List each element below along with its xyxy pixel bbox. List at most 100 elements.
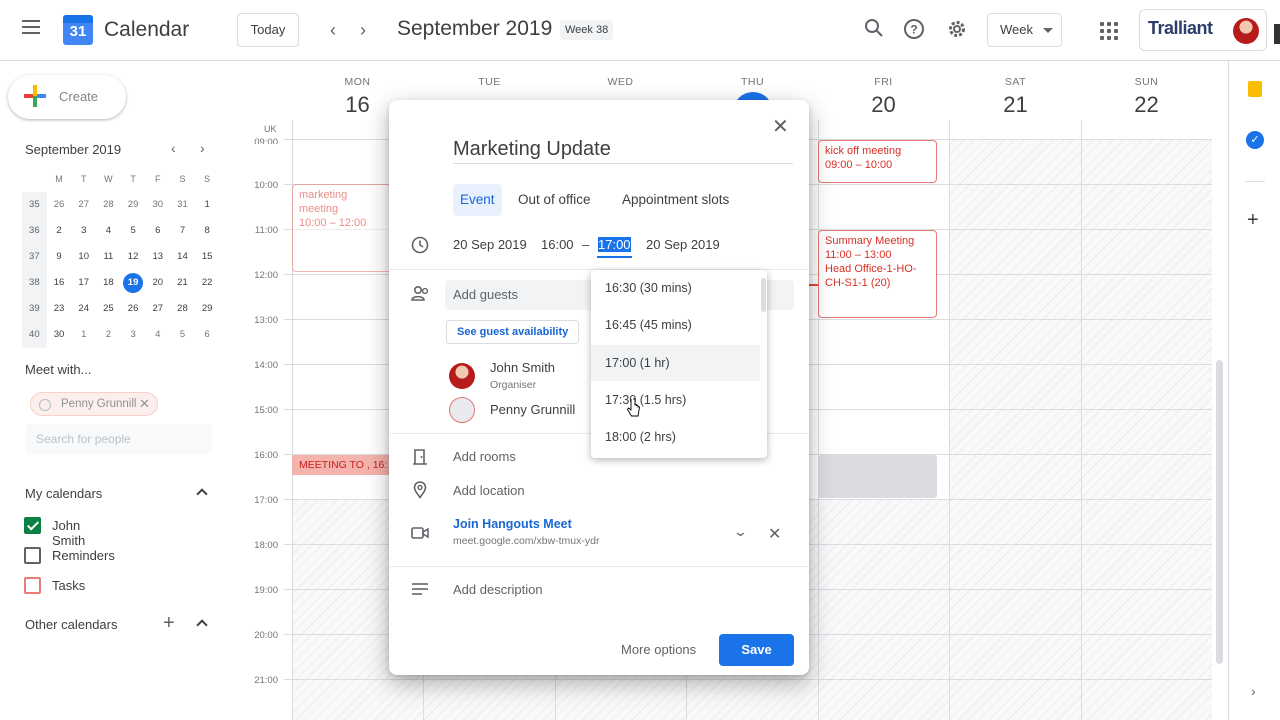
time-option[interactable]: 16:30 (30 mins) [591, 270, 760, 306]
apps-grid-icon[interactable] [1100, 22, 1118, 40]
mini-calendar-day[interactable]: 21 [170, 270, 195, 296]
end-date[interactable]: 20 Sep 2019 [646, 237, 720, 252]
help-icon[interactable]: ? [902, 18, 926, 42]
mini-calendar-day[interactable]: 6 [145, 218, 170, 244]
join-hangouts-meet-link[interactable]: Join Hangouts Meet [453, 517, 572, 531]
mini-calendar-day[interactable]: 14 [170, 244, 195, 270]
settings-gear-icon[interactable] [945, 18, 969, 42]
main-menu-icon[interactable] [22, 20, 42, 40]
close-icon[interactable]: ✕ [772, 114, 789, 139]
mini-calendar-day[interactable]: 20 [145, 270, 170, 296]
tasks-check-icon[interactable]: ✓ [1246, 131, 1264, 149]
add-calendar-plus-icon[interactable]: + [163, 612, 175, 635]
new-event-placeholder[interactable] [818, 455, 937, 498]
start-date[interactable]: 20 Sep 2019 [453, 237, 527, 252]
day-header[interactable]: WED [555, 76, 686, 92]
mini-calendar-day[interactable]: 7 [170, 218, 195, 244]
mini-calendar-day[interactable]: 28 [96, 192, 121, 218]
event-kick-off-meeting[interactable]: kick off meeting 09:00 – 10:00 [818, 140, 937, 183]
day-number[interactable]: 22 [1081, 92, 1212, 118]
calendar-checkbox[interactable] [24, 547, 41, 564]
tab-event[interactable]: Event [453, 184, 502, 216]
mini-calendar-day[interactable]: 5 [170, 322, 195, 348]
time-option[interactable]: 18:00 (2 hrs) [591, 419, 760, 455]
mini-calendar-day[interactable]: 30 [145, 192, 170, 218]
today-button[interactable]: Today [237, 13, 299, 47]
mini-calendar-day[interactable]: 26 [47, 192, 72, 218]
dropdown-scrollbar[interactable] [761, 278, 766, 312]
more-options-button[interactable]: More options [621, 642, 696, 657]
mini-calendar-day[interactable]: 19 [121, 270, 146, 296]
mini-calendar-day[interactable]: 9 [47, 244, 72, 270]
mini-calendar-day[interactable]: 26 [121, 296, 146, 322]
mini-week-number[interactable]: 39 [22, 296, 47, 322]
add-addon-plus-icon[interactable]: + [1247, 209, 1259, 232]
mini-week-number[interactable]: 36 [22, 218, 47, 244]
day-number[interactable]: 21 [950, 92, 1081, 118]
mini-calendar-day[interactable]: 29 [121, 192, 146, 218]
add-description-field[interactable]: Add description [453, 582, 543, 597]
mini-calendar-day[interactable]: 27 [71, 192, 96, 218]
mini-week-number[interactable]: 40 [22, 322, 47, 348]
add-location-field[interactable]: Add location [453, 483, 525, 498]
time-option[interactable]: 17:30 (1.5 hrs) [591, 382, 760, 418]
mini-calendar-day[interactable]: 12 [121, 244, 146, 270]
mini-calendar-day[interactable]: 11 [96, 244, 121, 270]
mini-calendar-day[interactable]: 23 [47, 296, 72, 322]
start-time[interactable]: 16:00 [541, 237, 574, 252]
mini-calendar-day[interactable]: 18 [96, 270, 121, 296]
meet-options-chevron-down-icon[interactable]: ⌄ [733, 524, 748, 540]
time-option-selected[interactable]: 17:00 (1 hr) [591, 345, 760, 381]
tab-out-of-office[interactable]: Out of office [511, 184, 598, 216]
day-number[interactable]: 20 [818, 92, 949, 118]
create-button[interactable]: Create [8, 75, 126, 119]
my-calendars-title[interactable]: My calendars [25, 486, 102, 501]
mini-calendar-day[interactable]: 27 [145, 296, 170, 322]
calendar-checkbox[interactable] [24, 577, 41, 594]
see-guest-availability-button[interactable]: See guest availability [446, 320, 580, 344]
mini-calendar-day[interactable]: 16 [47, 270, 72, 296]
search-icon[interactable] [862, 18, 886, 42]
mini-calendar-day[interactable]: 15 [195, 244, 220, 270]
mini-calendar-day[interactable]: 4 [96, 218, 121, 244]
keep-notes-icon[interactable] [1248, 81, 1262, 97]
mini-calendar-next-chevron-icon[interactable]: › [200, 140, 205, 156]
mini-week-number[interactable]: 38 [22, 270, 47, 296]
other-calendars-title[interactable]: Other calendars [25, 617, 118, 632]
mini-calendar-day[interactable]: 13 [145, 244, 170, 270]
calendar-checkbox[interactable] [24, 517, 41, 534]
remove-meet-close-icon[interactable]: ✕ [768, 524, 781, 544]
event-summary-meeting[interactable]: Summary Meeting 11:00 – 13:00 Head Offic… [818, 230, 937, 318]
mini-week-number[interactable]: 37 [22, 244, 47, 270]
view-selector[interactable]: Week [987, 13, 1062, 47]
event-title-input[interactable]: Marketing Update [453, 138, 793, 164]
remove-person-close-icon[interactable]: ✕ [139, 396, 150, 412]
mini-calendar-day[interactable]: 17 [71, 270, 96, 296]
tab-appointment-slots[interactable]: Appointment slots [615, 184, 736, 216]
account-switcher[interactable]: Tralliant [1139, 9, 1267, 51]
mini-calendar-day[interactable]: 28 [170, 296, 195, 322]
mini-calendar-prev-chevron-icon[interactable]: ‹ [171, 140, 176, 156]
mini-calendar-day[interactable]: 31 [170, 192, 195, 218]
add-rooms-field[interactable]: Add rooms [453, 449, 516, 464]
mini-calendar-day[interactable]: 2 [47, 218, 72, 244]
collapse-chevron-up-icon[interactable] [196, 488, 208, 500]
mini-calendar-day[interactable]: 25 [96, 296, 121, 322]
previous-week-chevron-icon[interactable]: ‹ [321, 18, 345, 42]
mini-calendar-day[interactable]: 5 [121, 218, 146, 244]
collapse-chevron-up-icon[interactable] [196, 619, 208, 631]
person-chip[interactable]: Penny Grunnill ✕ [30, 392, 158, 416]
day-header[interactable]: SUN 22 [1081, 76, 1212, 118]
grid-scrollbar[interactable] [1216, 360, 1223, 664]
next-week-chevron-icon[interactable]: › [351, 18, 375, 42]
day-header[interactable]: SAT 21 [950, 76, 1081, 118]
mini-calendar-day[interactable]: 10 [71, 244, 96, 270]
save-button[interactable]: Save [719, 634, 794, 666]
mini-calendar-day[interactable]: 2 [96, 322, 121, 348]
time-option[interactable]: 16:45 (45 mins) [591, 307, 760, 343]
day-header[interactable]: TUE [424, 76, 555, 92]
mini-calendar-day[interactable]: 8 [195, 218, 220, 244]
mini-calendar-day[interactable]: 3 [71, 218, 96, 244]
expand-panel-chevron-icon[interactable]: › [1251, 683, 1256, 699]
event-marketing-meeting[interactable]: marketing meeting 10:00 – 12:00 [292, 184, 396, 272]
